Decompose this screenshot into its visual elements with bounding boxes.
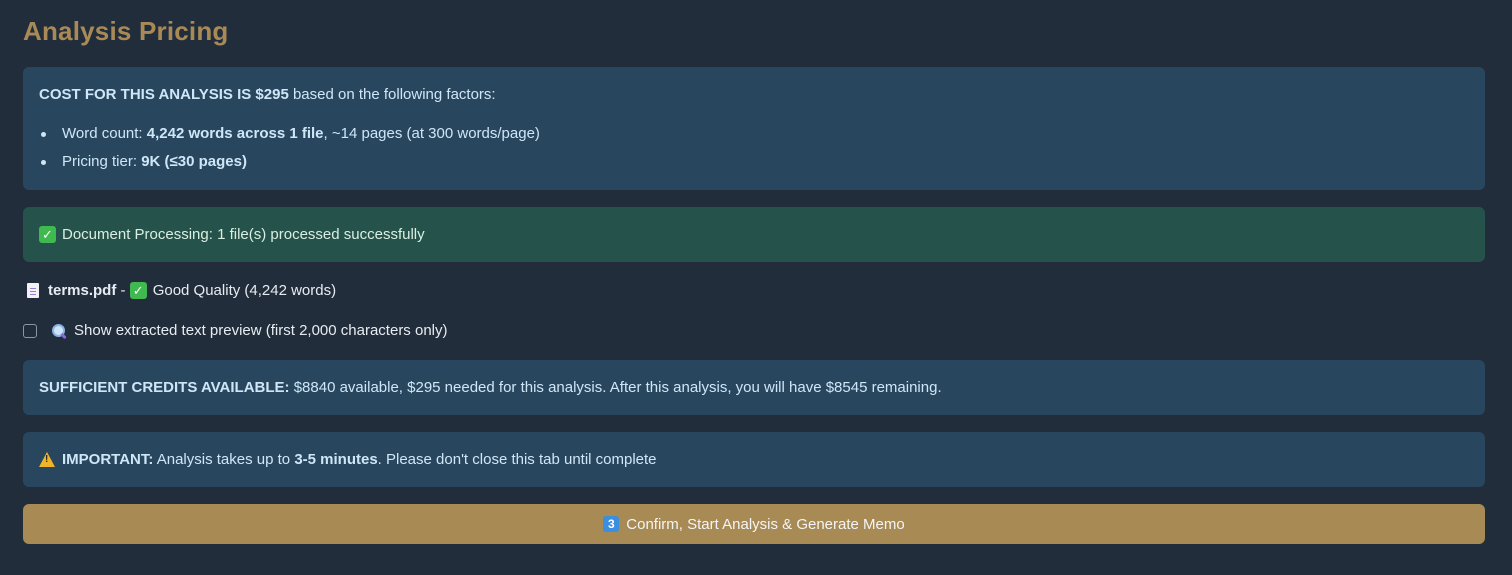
list-item-word-count: Word count: 4,242 words across 1 file, ~… <box>39 124 540 152</box>
page-title: Analysis Pricing <box>23 16 229 46</box>
cost-heading-suffix: based on the following factors: <box>288 86 496 103</box>
keycap-three-icon: 3 <box>603 516 620 532</box>
pricing-tier-label: Pricing tier: <box>62 153 142 170</box>
credits-info-box: SUFFICIENT CREDITS AVAILABLE: $8840 avai… <box>23 360 1485 415</box>
text-preview-label[interactable]: Show extracted text preview (first 2,000… <box>74 322 448 339</box>
pricing-tier-value: 9K (≤30 pages) <box>141 153 247 170</box>
confirm-start-analysis-button[interactable]: 3 Confirm, Start Analysis & Generate Mem… <box>23 504 1485 544</box>
list-item-pricing-tier: Pricing tier: 9K (≤30 pages) <box>39 152 540 180</box>
credits-heading: SUFFICIENT CREDITS AVAILABLE: <box>39 379 290 396</box>
word-count-value: 4,242 words across 1 file <box>146 125 324 142</box>
check-mark-icon: ✓ <box>39 226 56 243</box>
check-mark-icon: ✓ <box>129 282 147 299</box>
important-notice-box: IMPORTANT: Analysis takes up to 3-5 minu… <box>23 432 1485 487</box>
processing-status-text: Document Processing: 1 file(s) processed… <box>62 226 425 243</box>
file-quality-text: Good Quality (4,242 words) <box>152 282 337 299</box>
important-text-before: Analysis takes up to <box>153 451 295 468</box>
file-name: terms.pdf <box>48 282 117 299</box>
warning-icon <box>39 452 55 467</box>
text-preview-checkbox[interactable] <box>23 323 37 338</box>
document-icon <box>27 283 39 298</box>
file-status-line: terms.pdf - ✓ Good Quality (4,242 words) <box>23 282 336 299</box>
important-heading: IMPORTANT: <box>62 451 154 468</box>
text-preview-toggle[interactable]: Show extracted text preview (first 2,000… <box>23 322 448 339</box>
file-separator: - <box>116 282 130 299</box>
word-count-label: Word count: <box>62 125 147 142</box>
confirm-button-label: Confirm, Start Analysis & Generate Memo <box>626 515 905 533</box>
important-duration: 3-5 minutes <box>294 451 378 468</box>
credits-text: $8840 available, $295 needed for this an… <box>289 379 942 396</box>
cost-summary: COST FOR THIS ANALYSIS IS $295 based on … <box>39 86 496 103</box>
magnifier-icon <box>51 323 67 339</box>
important-text-after: . Please don't close this tab until comp… <box>377 451 657 468</box>
cost-info-box: COST FOR THIS ANALYSIS IS $295 based on … <box>23 67 1485 190</box>
cost-factors-list: Word count: 4,242 words across 1 file, ~… <box>39 124 540 180</box>
processing-status-box: ✓ Document Processing: 1 file(s) process… <box>23 207 1485 262</box>
word-count-suffix: , ~14 pages (at 300 words/page) <box>323 125 540 142</box>
cost-heading: COST FOR THIS ANALYSIS IS $295 <box>39 86 289 103</box>
